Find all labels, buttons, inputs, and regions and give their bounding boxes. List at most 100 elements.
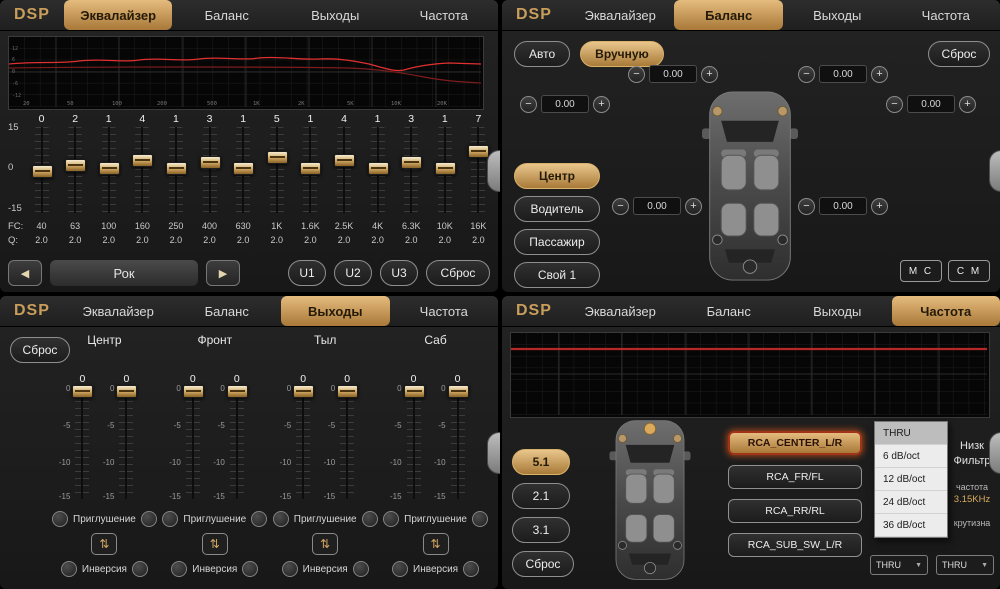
eq-band-slider[interactable]	[337, 127, 351, 213]
user-preset-button[interactable]: U1	[288, 260, 326, 286]
slope-option[interactable]: 24 dB/oct	[875, 491, 947, 514]
tab-frequency[interactable]: Частота	[390, 0, 499, 30]
slope-option[interactable]: THRU	[875, 422, 947, 445]
eq-slider-thumb[interactable]	[166, 162, 187, 175]
link-channels-button[interactable]: ⇅	[202, 533, 228, 555]
slope-option[interactable]: 6 dB/oct	[875, 445, 947, 468]
eq-slider-thumb[interactable]	[65, 159, 86, 172]
eq-band-slider[interactable]	[371, 127, 385, 213]
invert-toggle-left[interactable]	[282, 561, 298, 577]
mute-toggle-right[interactable]	[141, 511, 157, 527]
eq-band-slider[interactable]	[203, 127, 217, 213]
eq-band-slider[interactable]	[270, 127, 284, 213]
speaker-config-button[interactable]: 5.1	[512, 449, 570, 475]
auto-mode-button[interactable]: Авто	[514, 41, 570, 67]
delay-plus-button[interactable]: +	[871, 66, 888, 83]
mc-button[interactable]: M C	[900, 260, 942, 282]
mute-toggle-right[interactable]	[362, 511, 378, 527]
slider-thumb[interactable]	[337, 385, 358, 398]
slider-thumb[interactable]	[116, 385, 137, 398]
tab-equalizer[interactable]: Эквалайзер	[64, 0, 173, 30]
listening-position-button[interactable]: Пассажир	[514, 229, 600, 255]
eq-slider-thumb[interactable]	[334, 154, 355, 167]
tab-outputs[interactable]: Выходы	[281, 0, 390, 30]
output-level-slider[interactable]: 0 -5 -10 -15	[230, 387, 244, 499]
mute-toggle-left[interactable]	[273, 511, 289, 527]
tab-equalizer[interactable]: Эквалайзер	[566, 0, 675, 30]
tab-balance[interactable]: Баланс	[172, 296, 281, 326]
invert-toggle-right[interactable]	[463, 561, 479, 577]
delay-minus-button[interactable]: −	[886, 96, 903, 113]
mute-toggle-right[interactable]	[251, 511, 267, 527]
user-preset-button[interactable]: U3	[380, 260, 418, 286]
invert-toggle-right[interactable]	[132, 561, 148, 577]
eq-slider-thumb[interactable]	[132, 154, 153, 167]
tab-balance[interactable]: Баланс	[674, 296, 783, 326]
speaker-config-button[interactable]: 2.1	[512, 483, 570, 509]
eq-band-slider[interactable]	[471, 127, 485, 213]
tab-outputs[interactable]: Выходы	[783, 296, 892, 326]
cm-button[interactable]: C M	[948, 260, 990, 282]
preset-prev-button[interactable]: ◀	[8, 260, 42, 286]
panel-drawer-handle[interactable]	[989, 150, 1000, 192]
balance-reset-button[interactable]: Сброс	[928, 41, 990, 67]
mute-toggle-left[interactable]	[52, 511, 68, 527]
link-channels-button[interactable]: ⇅	[312, 533, 338, 555]
eq-band-slider[interactable]	[169, 127, 183, 213]
listening-position-button[interactable]: Свой 1	[514, 262, 600, 288]
slider-thumb[interactable]	[404, 385, 425, 398]
rca-channel-button[interactable]: RCA_CENTER_L/R	[728, 431, 862, 455]
eq-slider-thumb[interactable]	[233, 162, 254, 175]
output-level-slider[interactable]: 0 -5 -10 -15	[340, 387, 354, 499]
tab-frequency[interactable]: Частота	[892, 296, 1000, 326]
link-channels-button[interactable]: ⇅	[423, 533, 449, 555]
output-level-slider[interactable]: 0 -5 -10 -15	[75, 387, 89, 499]
output-level-slider[interactable]: 0 -5 -10 -15	[451, 387, 465, 499]
preset-next-button[interactable]: ▶	[206, 260, 240, 286]
eq-band-slider[interactable]	[404, 127, 418, 213]
listening-position-button[interactable]: Центр	[514, 163, 600, 189]
output-level-slider[interactable]: 0 -5 -10 -15	[119, 387, 133, 499]
slope-option[interactable]: 12 dB/oct	[875, 468, 947, 491]
rca-channel-button[interactable]: RCA_FR/FL	[728, 465, 862, 489]
eq-band-slider[interactable]	[68, 127, 82, 213]
delay-plus-button[interactable]: +	[701, 66, 718, 83]
user-preset-button[interactable]: U2	[334, 260, 372, 286]
tab-equalizer[interactable]: Эквалайзер	[64, 296, 173, 326]
eq-slider-thumb[interactable]	[267, 151, 288, 164]
eq-slider-thumb[interactable]	[435, 162, 456, 175]
speaker-config-button[interactable]: 3.1	[512, 517, 570, 543]
invert-toggle-right[interactable]	[242, 561, 258, 577]
eq-band-slider[interactable]	[35, 127, 49, 213]
eq-slider-thumb[interactable]	[368, 162, 389, 175]
tab-frequency[interactable]: Частота	[892, 0, 1000, 30]
delay-plus-button[interactable]: +	[871, 198, 888, 215]
invert-toggle-left[interactable]	[392, 561, 408, 577]
delay-plus-button[interactable]: +	[685, 198, 702, 215]
delay-minus-button[interactable]: −	[520, 96, 537, 113]
slider-thumb[interactable]	[72, 385, 93, 398]
tab-outputs[interactable]: Выходы	[281, 296, 390, 326]
eq-band-slider[interactable]	[102, 127, 116, 213]
invert-toggle-left[interactable]	[171, 561, 187, 577]
slider-thumb[interactable]	[448, 385, 469, 398]
tab-outputs[interactable]: Выходы	[783, 0, 892, 30]
invert-toggle-right[interactable]	[353, 561, 369, 577]
eq-reset-button[interactable]: Сброс	[426, 260, 490, 286]
eq-slider-thumb[interactable]	[32, 165, 53, 178]
eq-band-slider[interactable]	[135, 127, 149, 213]
delay-plus-button[interactable]: +	[593, 96, 610, 113]
eq-band-slider[interactable]	[438, 127, 452, 213]
panel-drawer-handle[interactable]	[989, 432, 1000, 474]
rca-channel-button[interactable]: RCA_SUB_SW_L/R	[728, 533, 862, 557]
output-level-slider[interactable]: 0 -5 -10 -15	[407, 387, 421, 499]
frequency-reset-button[interactable]: Сброс	[512, 551, 574, 577]
eq-slider-thumb[interactable]	[200, 156, 221, 169]
panel-drawer-handle[interactable]	[487, 150, 500, 192]
slider-thumb[interactable]	[293, 385, 314, 398]
eq-slider-thumb[interactable]	[99, 162, 120, 175]
delay-minus-button[interactable]: −	[612, 198, 629, 215]
slope-option[interactable]: 36 dB/oct	[875, 514, 947, 537]
link-channels-button[interactable]: ⇅	[91, 533, 117, 555]
mute-toggle-right[interactable]	[472, 511, 488, 527]
